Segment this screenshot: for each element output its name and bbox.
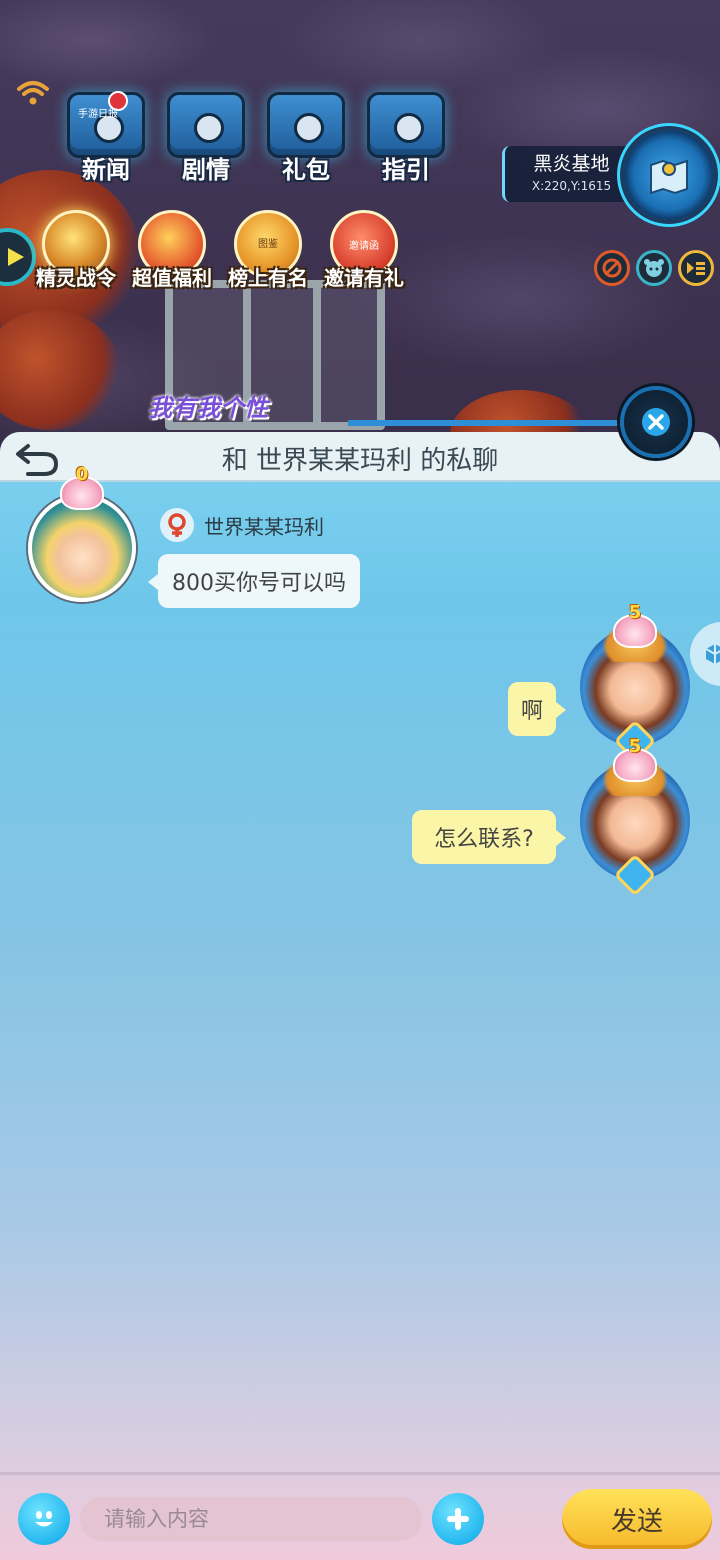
wifi-icon [17, 81, 49, 105]
guide-box-icon [367, 92, 445, 158]
partner-avatar[interactable]: 0 [28, 464, 136, 602]
news-tv-icon: 手游日报 [67, 91, 145, 158]
self-avatar[interactable]: 5 [580, 602, 690, 763]
game-scene: 我有我个性 手游日报 新闻 剧情 礼包 指引 精灵战令 超值福利 图鉴 榜上有名… [0, 0, 720, 460]
send-button[interactable]: 发送 [562, 1489, 712, 1549]
leaderboard-button[interactable]: 图鉴 榜上有名 [218, 210, 318, 291]
pet-face-icon [644, 259, 664, 277]
close-icon [642, 408, 670, 436]
emoji-button[interactable] [18, 1493, 70, 1545]
vip-crown-icon: 5 [613, 602, 657, 648]
private-chat-panel: 和 世界某某玛利 的私聊 0 世界某某玛利 800买你号可以吗 5 啊 5 怎么… [0, 432, 720, 1560]
news-label: 新闻 [82, 156, 130, 184]
invite-button[interactable]: 邀请函 邀请有礼 [314, 210, 414, 291]
leaderboard-label: 榜上有名 [228, 266, 308, 290]
side-panel-tab[interactable] [690, 622, 720, 686]
close-chat-button[interactable] [620, 386, 692, 458]
panel-top-accent [348, 420, 624, 426]
chat-input-bar: 发送 [0, 1472, 720, 1560]
battle-pass-button[interactable]: 精灵战令 [26, 210, 126, 291]
location-name: 黑炎基地 [533, 153, 610, 175]
welfare-button[interactable]: 超值福利 [122, 210, 222, 291]
location-panel: 黑炎基地 X:220,Y:1615 [502, 146, 638, 202]
level-gem-icon [613, 853, 657, 897]
sender-info: 世界某某玛利 [160, 508, 324, 542]
gift-chest-icon [267, 92, 345, 158]
play-icon [8, 248, 24, 266]
news-button[interactable]: 手游日报 新闻 [58, 91, 154, 185]
battle-pass-label: 精灵战令 [36, 266, 116, 290]
plus-icon [447, 1508, 469, 1530]
welfare-label: 超值福利 [132, 266, 212, 290]
location-coordinates: X:220,Y:1615 [531, 179, 612, 193]
story-button[interactable]: 剧情 [158, 92, 254, 185]
message-input[interactable] [80, 1497, 422, 1541]
guide-button[interactable]: 指引 [358, 92, 454, 185]
tree-lower-left [0, 310, 120, 430]
gift-pack-button[interactable]: 礼包 [258, 92, 354, 185]
vip-crown-icon: 0 [60, 464, 104, 510]
message-bubble: 800买你号可以吗 [148, 554, 360, 608]
smiley-icon [35, 1511, 53, 1527]
partner-name: 世界某某玛利 [204, 514, 324, 539]
add-attachment-button[interactable] [432, 1493, 484, 1545]
invite-label: 邀请有礼 [324, 266, 404, 290]
pet-button[interactable] [636, 250, 672, 286]
cube-icon [705, 644, 720, 664]
self-avatar[interactable]: 5 [580, 736, 690, 897]
story-box-icon [167, 92, 245, 158]
female-gender-icon [160, 508, 194, 542]
chat-title: 和 世界某某玛利 的私聊 [221, 446, 499, 476]
map-icon [650, 159, 688, 195]
no-disturb-button[interactable] [594, 250, 630, 286]
no-disturb-icon [602, 258, 622, 278]
menu-list-button[interactable] [678, 250, 714, 286]
play-list-icon [687, 262, 705, 275]
gift-pack-label: 礼包 [282, 156, 330, 184]
map-button[interactable] [624, 130, 714, 220]
slogan-text: 我有我个性 [148, 394, 268, 422]
vip-crown-icon: 5 [613, 736, 657, 782]
guide-label: 指引 [382, 156, 430, 184]
story-label: 剧情 [182, 156, 230, 184]
message-bubble: 怎么联系? [412, 810, 566, 864]
chat-header: 和 世界某某玛利 的私聊 [0, 432, 720, 482]
message-bubble: 啊 [508, 682, 566, 736]
